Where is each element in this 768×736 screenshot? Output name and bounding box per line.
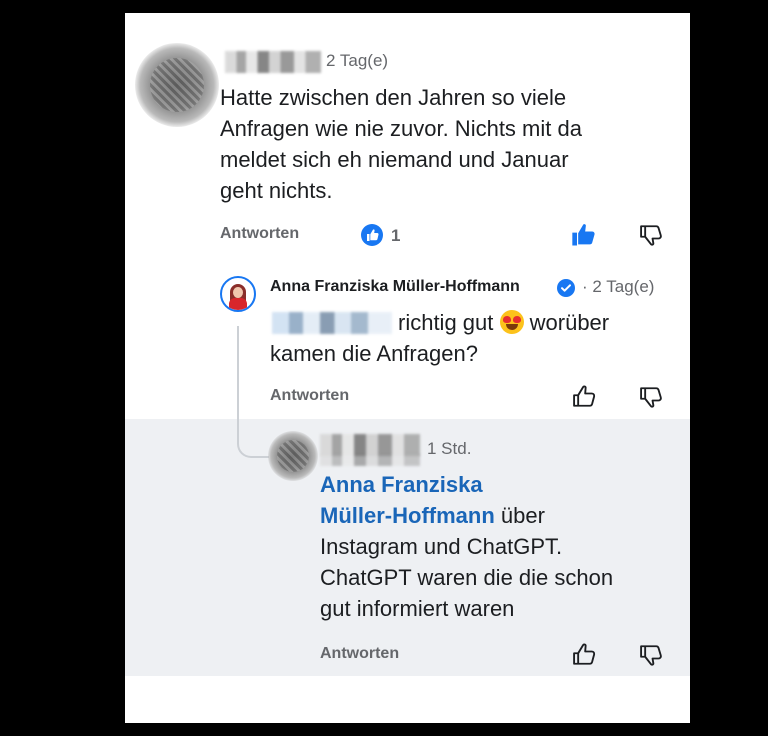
reply-text-line: Müller-Hoffmann über [320, 500, 680, 531]
comment-thread-card: 2 Tag(e) Hatte zwischen den Jahren so vi… [125, 13, 690, 723]
comment-timestamp: 1 Std. [427, 439, 472, 458]
thread-connector-line [237, 326, 269, 458]
comment-text-line: Hatte zwischen den Jahren so viele [220, 85, 567, 110]
thumbs-down-icon[interactable] [637, 383, 665, 416]
reply-text-fragment: richtig gut [398, 310, 494, 335]
avatar[interactable] [220, 276, 256, 312]
verified-badge-icon [557, 279, 575, 297]
author-name-redacted[interactable] [320, 454, 420, 466]
reply-text: Anna Franziska Müller-Hoffmann über Inst… [320, 469, 680, 624]
author-name-redacted[interactable] [225, 51, 321, 73]
comment-text: Hatte zwischen den Jahren so viele Anfra… [220, 82, 680, 206]
thumbs-down-icon[interactable] [637, 641, 665, 674]
like-count: 1 [391, 226, 401, 245]
reply-text-line: gut informiert waren [320, 596, 515, 621]
comment-text-line: meldet sich eh niemand und Januar [220, 147, 569, 172]
reply-text-fragment: über [500, 503, 545, 528]
comment-timestamp: 2 Tag(e) [326, 51, 389, 70]
reply-text-line: richtig gut worüber [270, 307, 690, 338]
comment-text-line: Anfragen wie nie zuvor. Nichts mit da [220, 116, 582, 141]
mention-link[interactable]: Müller-Hoffmann [320, 503, 495, 528]
thumbs-down-icon[interactable] [637, 221, 665, 254]
comment-timestamp: · 2 Tag(e) [582, 277, 655, 296]
like-reaction-icon[interactable] [361, 224, 383, 246]
avatar[interactable] [135, 43, 219, 127]
mention-link[interactable]: Anna Franziska [320, 469, 680, 500]
reply-text-line: kamen die Anfragen? [270, 341, 478, 366]
avatar[interactable] [268, 431, 318, 481]
reply-button[interactable]: Antworten [320, 645, 399, 663]
author-name[interactable]: Anna Franziska Müller-Hoffmann [270, 278, 520, 296]
comment-text-line: geht nichts. [220, 178, 333, 203]
reply-text-line: Instagram und ChatGPT. [320, 534, 563, 559]
thumbs-up-icon[interactable] [570, 383, 598, 416]
reply-text: richtig gut worüber kamen die Anfragen? [270, 307, 690, 369]
reply-button[interactable]: Antworten [270, 387, 349, 405]
reply-text-line: ChatGPT waren die die schon [320, 565, 614, 590]
reply-button[interactable]: Antworten [220, 225, 299, 243]
reply-text-fragment: worüber [529, 310, 610, 335]
thumbs-up-icon[interactable] [570, 641, 598, 674]
author-name-redacted[interactable] [320, 434, 420, 456]
thumbs-up-icon[interactable] [570, 221, 598, 254]
heart-eyes-emoji [499, 310, 524, 334]
